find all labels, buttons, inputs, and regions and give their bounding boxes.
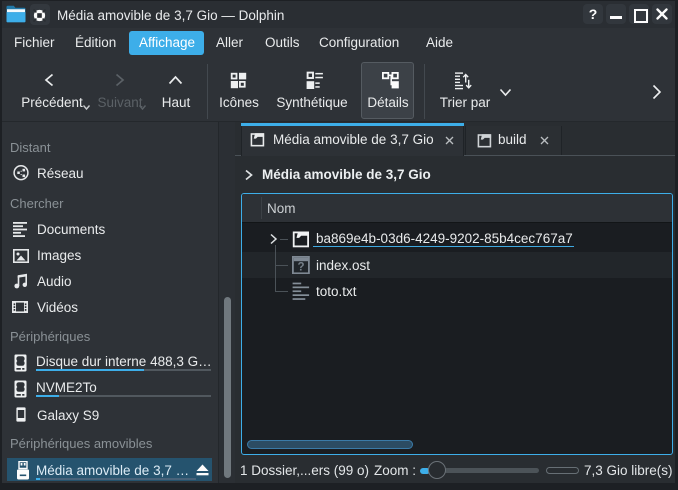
- svg-text:?: ?: [297, 261, 304, 273]
